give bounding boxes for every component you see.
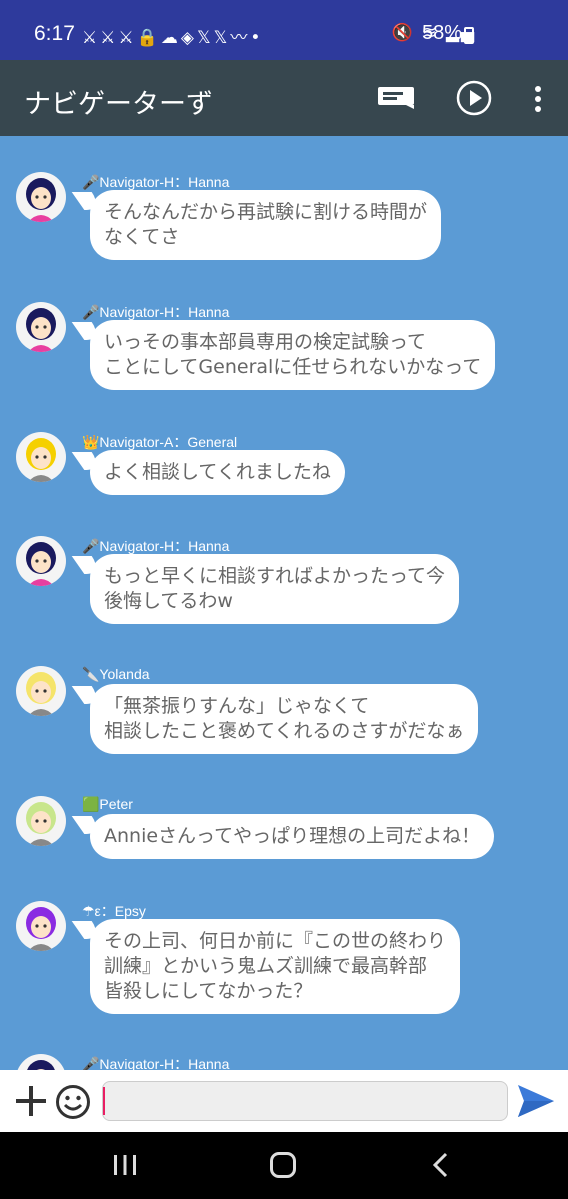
avatar[interactable] <box>16 1054 66 1070</box>
plus-icon[interactable] <box>14 1084 48 1118</box>
battery-level: 58% <box>422 22 463 44</box>
recent-apps-icon[interactable] <box>112 1154 138 1176</box>
sender-name: 🎤Navigator-H：Hanna <box>82 1056 230 1070</box>
sender-name: 🟩Peter <box>82 796 133 812</box>
status-bar: 6:17 ⚔⚔⚔🔒☁◈𝕏𝕏〰• 🔇 ≋ ▂▄ 58% <box>0 0 568 60</box>
chat-list[interactable]: 🎤Navigator-H：Hanna そんなんだから再試験に割ける時間が なくてさ… <box>0 136 568 1070</box>
avatar[interactable] <box>16 302 66 352</box>
message-bubble[interactable]: その上司、何日か前に『この世の終わり 訓練』とかいう鬼ムズ訓練で最高幹部 皆殺し… <box>90 919 461 1014</box>
message-bubble[interactable]: もっと早くに相談すればよかったって今 後悔してるわw <box>90 554 460 624</box>
status-time: 6:17 <box>34 22 75 45</box>
message-bubble[interactable]: Annieさんってやっぱり理想の上司だよね！ <box>90 814 495 859</box>
sender-name: 🎤Navigator-H：Hanna <box>82 174 230 190</box>
text-caret <box>103 1087 105 1115</box>
message-bubble[interactable]: よく相談してくれましたね <box>90 450 345 495</box>
emoji-icon[interactable] <box>55 1084 91 1120</box>
avatar[interactable] <box>16 796 66 846</box>
avatar[interactable] <box>16 172 66 222</box>
sender-name: 👑Navigator-A：General <box>82 434 238 450</box>
avatar[interactable] <box>16 536 66 586</box>
avatar[interactable] <box>16 432 66 482</box>
sender-name: 🔪Yolanda <box>82 666 150 682</box>
notification-icons: ⚔⚔⚔🔒☁◈𝕏𝕏〰• <box>82 28 264 48</box>
avatar[interactable] <box>16 901 66 951</box>
app-bar: ナビゲーターず <box>0 60 568 136</box>
sender-name: ☂ε：Epsy <box>82 903 146 919</box>
more-icon[interactable] <box>530 84 546 114</box>
navigation-bar <box>0 1132 568 1199</box>
avatar[interactable] <box>16 666 66 716</box>
app-title: ナビゲーターず <box>24 89 213 120</box>
input-bar <box>0 1070 568 1132</box>
send-icon[interactable] <box>516 1083 556 1119</box>
battery-icon <box>464 27 474 44</box>
home-icon[interactable] <box>270 1152 296 1178</box>
message-bubble[interactable]: そんなんだから再試験に割ける時間が なくてさ <box>90 190 442 260</box>
message-bubble[interactable]: 「無茶振りすんな」じゃなくて 相談したこと褒めてくれるのさすがだなぁ <box>90 684 479 754</box>
message-bubble[interactable]: いっその事本部員専用の検定試験って ことにしてGeneralに任せられないかなっ… <box>90 320 496 390</box>
sender-name: 🎤Navigator-H：Hanna <box>82 538 230 554</box>
chat-icon[interactable] <box>378 87 414 109</box>
play-icon[interactable] <box>456 80 492 116</box>
back-icon[interactable] <box>430 1152 452 1178</box>
message-input[interactable] <box>102 1081 508 1121</box>
sender-name: 🎤Navigator-H：Hanna <box>82 304 230 320</box>
